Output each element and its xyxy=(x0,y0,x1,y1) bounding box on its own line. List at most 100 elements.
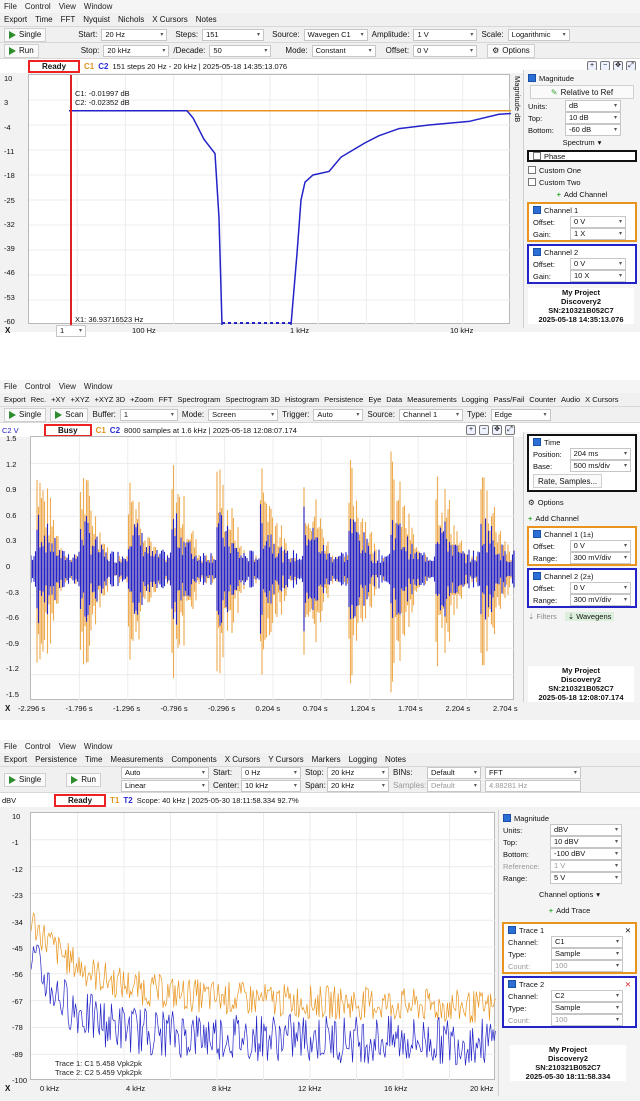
toolbar-export[interactable]: Export xyxy=(4,755,27,764)
toolbar-pass-fail[interactable]: Pass/Fail xyxy=(493,395,524,404)
mode-select[interactable]: Constant ▾ xyxy=(311,44,376,57)
toolbar-fft[interactable]: FFT xyxy=(61,15,76,24)
toolbar-data[interactable]: Data xyxy=(386,395,402,404)
source-select[interactable]: Wavegen C1 ▾ xyxy=(303,28,368,41)
zoom-out-icon[interactable]: − xyxy=(479,425,489,435)
toolbar-components[interactable]: Components xyxy=(171,755,216,764)
reference-field[interactable]: 1 V ▾ xyxy=(550,860,622,872)
tr1-type-select[interactable]: Sample ▾ xyxy=(551,948,623,960)
relative-to-ref-button[interactable]: ✎ Relative to Ref xyxy=(530,85,634,99)
toolbar-x-cursors[interactable]: X Cursors xyxy=(585,395,618,404)
single-button[interactable]: Single xyxy=(4,772,47,787)
menu-window[interactable]: Window xyxy=(84,742,112,751)
samples-field[interactable]: Default ▾ xyxy=(426,780,481,792)
tr1-count-field[interactable]: 100 ▾ xyxy=(551,960,623,972)
toolbar-counter[interactable]: Counter xyxy=(529,395,556,404)
toolbar-time[interactable]: Time xyxy=(35,15,52,24)
amplitude-field[interactable]: 1 V ▾ xyxy=(413,28,478,41)
decade-field[interactable]: 50 ▾ xyxy=(209,44,272,57)
menu-file[interactable]: File xyxy=(4,742,17,751)
options-button[interactable]: ⚙ Options xyxy=(524,496,640,508)
menu-window[interactable]: Window xyxy=(84,2,112,11)
toolbar-measurements[interactable]: Measurements xyxy=(407,395,457,404)
t1-tag[interactable]: T1 xyxy=(110,796,119,805)
ch2-offset-field[interactable]: 0 V ▾ xyxy=(569,582,631,594)
trace-1-checkbox[interactable] xyxy=(508,926,516,934)
toolbar-persistence[interactable]: Persistence xyxy=(35,755,77,764)
span-field[interactable]: 20 kHz ▾ xyxy=(326,780,389,792)
magnitude-checkbox[interactable] xyxy=(503,814,511,822)
run-button[interactable]: Run xyxy=(66,772,101,787)
x-axis-button[interactable]: X xyxy=(5,1084,10,1093)
tr2-type-select[interactable]: Sample ▾ xyxy=(551,1002,623,1014)
toolbar-xyz[interactable]: +XYZ xyxy=(71,395,90,404)
menu-control[interactable]: Control xyxy=(25,742,51,751)
ch1-range-field[interactable]: 300 mV/div ▾ xyxy=(569,552,631,564)
center-field[interactable]: 10 kHz ▾ xyxy=(240,780,301,792)
toolbar-xy[interactable]: +XY xyxy=(51,395,65,404)
ch2-range-field[interactable]: 300 mV/div ▾ xyxy=(569,594,631,606)
close-icon[interactable]: ✕ xyxy=(625,980,631,989)
toolbar-y-cursors[interactable]: Y Cursors xyxy=(268,755,303,764)
c2-tag[interactable]: C2 xyxy=(110,426,120,435)
type-select[interactable]: Edge ▾ xyxy=(490,408,551,421)
single-button[interactable]: Single xyxy=(4,27,47,42)
position-field[interactable]: 204 ms ▾ xyxy=(569,448,631,460)
scan-button[interactable]: Scan xyxy=(50,407,89,422)
close-icon[interactable]: ✕ xyxy=(625,926,631,935)
fft-select[interactable]: FFT ▾ xyxy=(484,767,581,779)
c2-tag[interactable]: C2 xyxy=(98,62,108,71)
custom-one-checkbox[interactable] xyxy=(528,166,536,174)
wavegens-tab[interactable]: ⇣ Wavegens xyxy=(564,611,615,621)
toolbar-export[interactable]: Export xyxy=(4,15,27,24)
steps-field[interactable]: 151 ▾ xyxy=(202,28,265,41)
channel-options-select[interactable]: Channel options ▾ xyxy=(499,888,640,900)
menu-view[interactable]: View xyxy=(59,742,76,751)
menu-file[interactable]: File xyxy=(4,382,17,391)
trigger-select[interactable]: Auto ▾ xyxy=(313,408,364,421)
toolbar-audio[interactable]: Audio xyxy=(561,395,580,404)
filters-tab[interactable]: ⇣ Filters xyxy=(528,612,557,621)
start-field[interactable]: 0 Hz ▾ xyxy=(240,767,301,779)
x-axis-button[interactable]: X xyxy=(5,704,10,713)
mode-select[interactable]: Screen ▾ xyxy=(208,408,279,421)
stop-field[interactable]: 20 kHz ▾ xyxy=(103,44,170,57)
toolbar-nyquist[interactable]: Nyquist xyxy=(83,15,110,24)
run-button[interactable]: Run xyxy=(4,43,39,58)
ch1-offset-field[interactable]: 0 V ▾ xyxy=(569,540,631,552)
toolbar-persistence[interactable]: Persistence xyxy=(324,395,363,404)
top-field[interactable]: 10 dB ▾ xyxy=(565,112,621,124)
channel-2-checkbox[interactable] xyxy=(533,248,541,256)
spectrum-select[interactable]: Spectrum xyxy=(563,138,595,147)
units-select[interactable]: dBV ▾ xyxy=(550,824,622,836)
toolbar-measurements[interactable]: Measurements xyxy=(110,755,163,764)
toolbar-spectrogram[interactable]: Spectrogram xyxy=(177,395,220,404)
scope-plot[interactable] xyxy=(30,436,515,701)
ch1-gain-field[interactable]: 1 X ▾ xyxy=(570,228,626,240)
buffer-field[interactable]: 1 ▾ xyxy=(119,408,178,421)
menu-control[interactable]: Control xyxy=(25,382,51,391)
toolbar-rec[interactable]: Rec. xyxy=(31,395,46,404)
bode-plot[interactable]: C1: -0.01997 dB C2: -0.02352 dB X1: 36.9… xyxy=(28,74,552,326)
tr2-count-field[interactable]: 100 ▾ xyxy=(551,1014,623,1026)
menu-view[interactable]: View xyxy=(59,382,76,391)
t2-tag[interactable]: T2 xyxy=(123,796,132,805)
time-checkbox[interactable] xyxy=(533,438,541,446)
tr2-channel-select[interactable]: C2 ▾ xyxy=(551,990,623,1002)
toolbar-x-cursors[interactable]: X Cursors xyxy=(152,15,188,24)
rate-samples-button[interactable]: Rate, Samples... xyxy=(533,474,603,488)
fit-icon[interactable]: ⤢ xyxy=(505,425,515,435)
trace-2-checkbox[interactable] xyxy=(508,980,516,988)
toolbar-fft[interactable]: FFT xyxy=(159,395,173,404)
start-field[interactable]: 20 Hz ▾ xyxy=(101,28,168,41)
ch2-offset-field[interactable]: 0 V ▾ xyxy=(570,258,626,270)
stop-field[interactable]: 20 kHz ▾ xyxy=(326,767,389,779)
c1-tag[interactable]: C1 xyxy=(96,426,106,435)
bottom-field[interactable]: -100 dBV ▾ xyxy=(550,848,622,860)
toolbar-notes[interactable]: Notes xyxy=(196,15,217,24)
toolbar-nichols[interactable]: Nichols xyxy=(118,15,144,24)
offset-field[interactable]: 0 V ▾ xyxy=(413,44,478,57)
add-channel-button[interactable]: + Add Channel xyxy=(524,512,640,524)
base-field[interactable]: 500 ms/div ▾ xyxy=(569,460,631,472)
menu-window[interactable]: Window xyxy=(84,382,112,391)
